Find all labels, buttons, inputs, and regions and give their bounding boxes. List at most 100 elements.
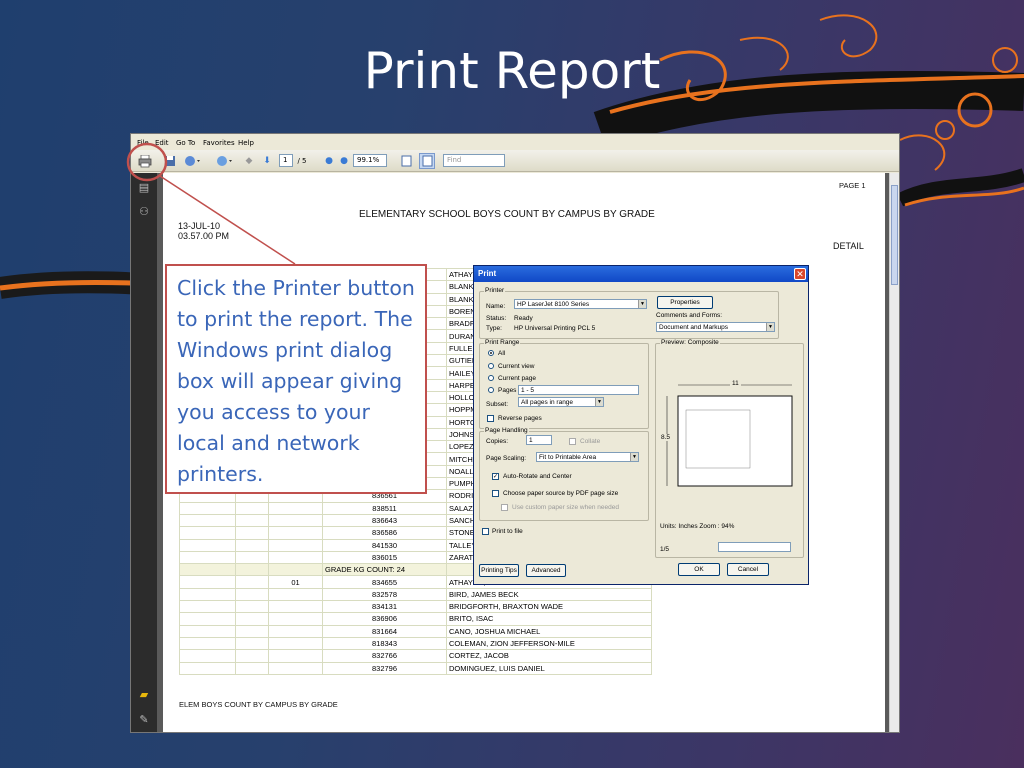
page-number-input[interactable]: 1 (279, 154, 293, 167)
page-scaling-select[interactable]: Fit to Printable Area ▼ (536, 452, 639, 462)
reverse-pages-checkbox[interactable] (487, 415, 494, 422)
properties-button[interactable]: Properties (657, 296, 713, 309)
chevron-down-icon: ▼ (638, 300, 646, 308)
print-to-file-checkbox[interactable] (482, 528, 489, 535)
fit-page-icon[interactable] (399, 153, 413, 169)
menu-go-to[interactable]: Go To (176, 139, 195, 147)
report-footer: ELEM BOYS COUNT BY CAMPUS BY GRADE (179, 700, 338, 709)
preview-page-slider[interactable] (718, 542, 791, 552)
navigation-pane: ▤ ⚇ ▰ ✎ (131, 173, 157, 732)
share-icon[interactable] (183, 153, 203, 169)
student-id: 834655 (322, 575, 447, 589)
ok-button[interactable]: OK (678, 563, 720, 576)
paper-source-checkbox[interactable] (492, 490, 499, 497)
grade (268, 624, 323, 638)
print-dialog: Print ✕ Printer Name: HP LaserJet 8100 S… (473, 265, 809, 585)
auto-rotate-label: Auto-Rotate and Center (503, 473, 572, 480)
copies-stepper[interactable]: 1 (526, 435, 552, 445)
auto-rotate-checkbox[interactable]: ✓ (492, 473, 499, 480)
close-icon[interactable]: ✕ (794, 268, 806, 280)
table-row: 836906 BRITO, ISAC (179, 612, 652, 626)
range-pages-label: Pages (498, 387, 517, 394)
zoom-in-icon[interactable]: ● (338, 153, 350, 169)
preview-graphic (666, 384, 793, 487)
menu-edit[interactable]: Edit (155, 139, 169, 147)
zoom-out-icon[interactable]: ● (323, 153, 335, 169)
units-zoom-label: Units: Inches Zoom : 94% (660, 523, 735, 530)
grade (268, 661, 323, 675)
status-value: Ready (514, 315, 533, 322)
table-row: 818343 COLEMAN, ZION JEFFERSON-MILE (179, 636, 652, 651)
table-row: 832766 CORTEZ, JACOB (179, 649, 652, 663)
menu-file[interactable]: File (137, 139, 149, 147)
report-date: 13-JUL-10 (178, 221, 221, 231)
next-page-icon[interactable]: ⬇ (261, 153, 273, 169)
page-total: / 5 (297, 157, 307, 165)
printer-group-label: Printer (484, 287, 506, 294)
scroll-thumb[interactable] (891, 185, 898, 285)
previous-page-icon[interactable]: ◆ (243, 153, 255, 169)
zoom-select[interactable]: 99.1% (353, 154, 387, 167)
type-value: HP Universal Printing PCL 5 (514, 325, 596, 332)
menu-favorites[interactable]: Favorites (203, 139, 235, 147)
dialog-title: Print (474, 266, 808, 282)
binoculars-icon[interactable]: ⚇ (137, 205, 151, 219)
cancel-button[interactable]: Cancel (727, 563, 769, 576)
collate-checkbox[interactable] (569, 438, 576, 445)
range-all-label: All (498, 350, 506, 357)
vertical-scrollbar[interactable] (889, 173, 899, 732)
attach-icon[interactable] (215, 153, 235, 169)
callout-box: Click the Printer button to print the re… (165, 264, 427, 494)
range-current-view-radio[interactable] (488, 363, 494, 369)
student-id: 831664 (322, 624, 447, 638)
range-current-view-label: Current view (498, 363, 535, 370)
advanced-button[interactable]: Advanced (526, 564, 566, 577)
collate-label: Collate (580, 438, 601, 445)
menu-help[interactable]: Help (238, 139, 254, 147)
range-pages-radio[interactable] (488, 387, 494, 393)
table-row: 831664 CANO, JOSHUA MICHAEL (179, 624, 652, 638)
subset-select[interactable]: All pages in range ▼ (518, 397, 604, 407)
status-label: Status: (486, 315, 507, 322)
preview-width-label: 11 (730, 380, 741, 387)
grade: 01 (268, 575, 323, 589)
comments-label: Comments and Forms: (656, 312, 723, 319)
student-id: 836586 (322, 526, 447, 540)
comments-select[interactable]: Document and Markups ▼ (656, 322, 775, 332)
toolbar: ◆ ⬇ 1 / 5 ● ● 99.1% Find (131, 150, 899, 172)
type-label: Type: (486, 325, 502, 332)
pages-icon[interactable]: ▤ (137, 181, 151, 195)
custom-paper-checkbox[interactable] (501, 504, 508, 511)
subset-label: Subset: (486, 401, 509, 408)
menu-bar: File Edit Go To Favorites Help (131, 134, 899, 150)
attachments-icon[interactable]: ✎ (137, 713, 151, 727)
table-row: 832796 DOMINGUEZ, LUIS DANIEL (179, 661, 652, 675)
find-input[interactable]: Find (443, 154, 505, 167)
detail-label: DETAIL (833, 241, 864, 251)
student-name: BRITO, ISAC (446, 612, 652, 626)
fit-width-icon[interactable] (419, 153, 435, 169)
student-id: 832796 (322, 661, 447, 675)
comments-icon[interactable]: ▰ (137, 688, 151, 702)
printer-icon[interactable] (137, 153, 153, 169)
student-id: 836906 (322, 612, 447, 626)
student-name: COLEMAN, ZION JEFFERSON-MILE (446, 636, 652, 651)
range-all-radio[interactable] (488, 350, 494, 356)
grade (268, 636, 323, 651)
grade (268, 649, 323, 663)
student-name: DOMINGUEZ, LUIS DANIEL (446, 661, 652, 675)
pages-input[interactable]: 1 - 5 (518, 385, 639, 395)
name-label: Name: (486, 303, 506, 310)
range-current-page-radio[interactable] (488, 375, 494, 381)
grade (268, 612, 323, 626)
student-id: 818343 (322, 636, 447, 651)
page-label: PAGE 1 (839, 181, 866, 190)
save-icon[interactable] (163, 153, 177, 169)
chevron-down-icon: ▼ (595, 398, 603, 406)
student-name: CANO, JOSHUA MICHAEL (446, 624, 652, 638)
table-row: 832578 BIRD, JAMES BECK (179, 587, 652, 602)
printer-name-select[interactable]: HP LaserJet 8100 Series ▼ (514, 299, 647, 309)
range-current-page-label: Current page (498, 375, 536, 382)
printing-tips-button[interactable]: Printing Tips (479, 564, 519, 577)
student-id: 832766 (322, 649, 447, 663)
